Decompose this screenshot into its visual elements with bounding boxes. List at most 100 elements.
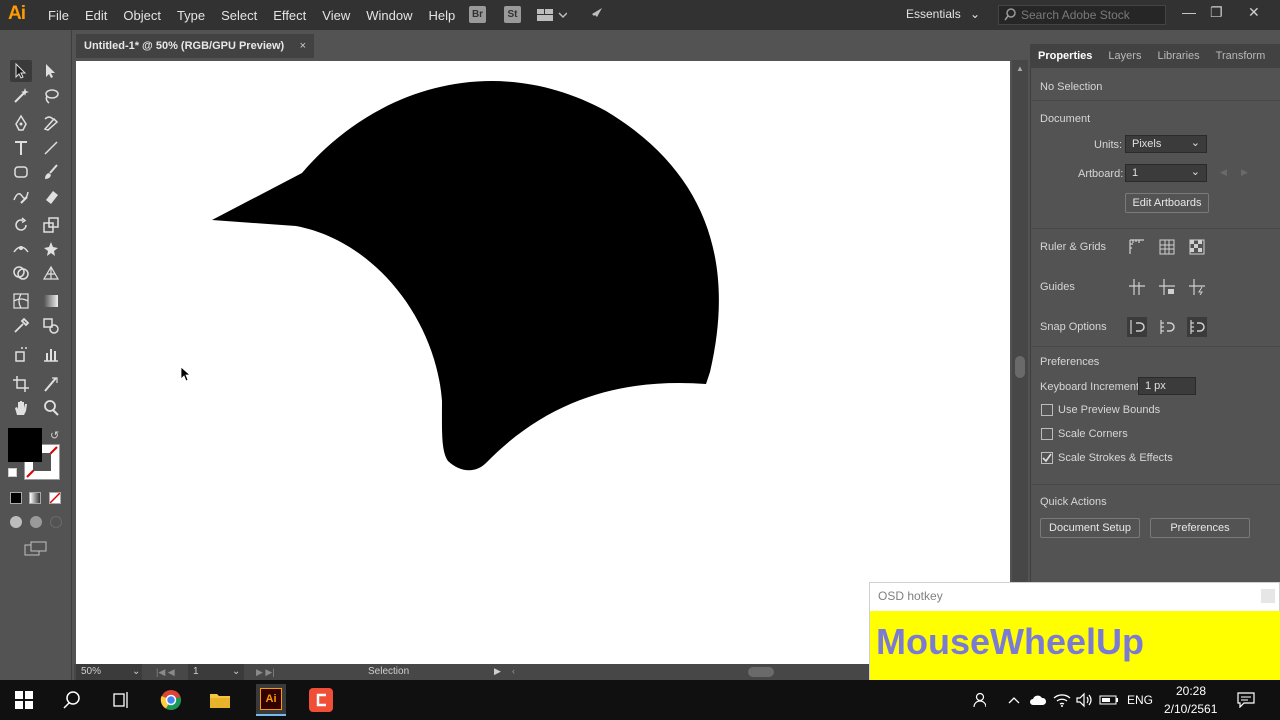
artboard-tool-icon[interactable]	[10, 373, 32, 395]
osd-close-icon[interactable]	[1261, 589, 1275, 603]
menu-view[interactable]: View	[314, 8, 358, 23]
use-preview-bounds-checkbox[interactable]	[1041, 404, 1053, 416]
color-mode-icon[interactable]	[10, 492, 22, 504]
scale-strokes-effects-checkbox[interactable]	[1041, 452, 1053, 464]
menu-object[interactable]: Object	[115, 8, 169, 23]
tab-properties[interactable]: Properties	[1030, 50, 1100, 62]
draw-behind-icon[interactable]	[30, 516, 42, 528]
transparency-grid-icon[interactable]	[1187, 237, 1207, 257]
perspective-grid-tool-icon[interactable]	[40, 262, 62, 284]
artwork-shape[interactable]	[76, 61, 1010, 664]
selection-tool-icon[interactable]	[10, 60, 32, 82]
minimize-icon[interactable]: —	[1182, 4, 1196, 20]
lock-guides-icon[interactable]	[1157, 277, 1177, 297]
close-icon[interactable]: ×	[300, 34, 306, 58]
close-icon[interactable]: ✕	[1248, 4, 1260, 21]
menu-help[interactable]: Help	[420, 8, 463, 23]
curvature-tool-icon[interactable]	[40, 112, 62, 134]
first-artboard-icon[interactable]: |◀ ◀	[156, 667, 175, 678]
column-graph-tool-icon[interactable]	[40, 343, 62, 365]
shaper-tool-icon[interactable]	[10, 186, 32, 208]
type-tool-icon[interactable]	[10, 137, 32, 159]
blend-tool-icon[interactable]	[40, 315, 62, 337]
last-artboard-icon[interactable]: ▶ ▶|	[256, 667, 275, 678]
rectangle-tool-icon[interactable]	[10, 161, 32, 183]
lasso-tool-icon[interactable]	[40, 85, 62, 107]
snap-to-pixel-icon[interactable]	[1157, 317, 1177, 337]
volume-icon[interactable]	[1072, 688, 1096, 712]
document-setup-button[interactable]: Document Setup	[1040, 518, 1140, 538]
next-artboard-icon[interactable]: ▶	[1241, 167, 1248, 178]
width-tool-icon[interactable]	[10, 238, 32, 260]
vertical-scroll-thumb[interactable]	[1015, 356, 1025, 378]
scale-tool-icon[interactable]	[40, 214, 62, 236]
people-icon[interactable]	[966, 688, 990, 712]
eyedropper-tool-icon[interactable]	[10, 315, 32, 337]
document-tab[interactable]: Untitled-1* @ 50% (RGB/GPU Preview) ×	[76, 34, 314, 58]
puppet-warp-tool-icon[interactable]	[40, 238, 62, 260]
swap-fill-stroke-icon[interactable]: ↺	[50, 429, 59, 442]
arrange-documents-icon[interactable]	[537, 8, 568, 25]
task-view-icon[interactable]	[108, 688, 132, 712]
menu-effect[interactable]: Effect	[265, 8, 314, 23]
none-mode-icon[interactable]	[49, 492, 61, 504]
bridge-button[interactable]: Br	[469, 6, 486, 23]
snap-to-grid-icon[interactable]	[1187, 317, 1207, 337]
show-guides-icon[interactable]	[1127, 277, 1147, 297]
gpu-performance-icon[interactable]	[586, 6, 606, 27]
menu-window[interactable]: Window	[358, 8, 420, 23]
artboard-select[interactable]: 1 ⌄	[1125, 164, 1207, 182]
restore-icon[interactable]: ❐	[1210, 4, 1223, 21]
clock-date[interactable]: 2/10/2561	[1164, 702, 1217, 716]
default-fill-stroke-icon[interactable]	[8, 468, 17, 477]
chrome-icon[interactable]	[159, 688, 183, 712]
edit-artboards-button[interactable]: Edit Artboards	[1125, 193, 1209, 213]
rulers-icon[interactable]	[1127, 237, 1147, 257]
horizontal-scroll-thumb[interactable]	[748, 667, 774, 677]
menu-select[interactable]: Select	[213, 8, 265, 23]
file-explorer-icon[interactable]	[208, 688, 232, 712]
stock-search-input[interactable]: Search Adobe Stock	[998, 5, 1166, 25]
scale-corners-checkbox[interactable]	[1041, 428, 1053, 440]
shape-builder-tool-icon[interactable]	[10, 262, 32, 284]
workspace-switcher[interactable]: Essentials ⌄	[906, 7, 980, 21]
battery-icon[interactable]	[1097, 688, 1121, 712]
magic-wand-tool-icon[interactable]	[10, 85, 32, 107]
fill-swatch-front[interactable]	[8, 428, 42, 462]
windows-start-icon[interactable]	[12, 688, 36, 712]
tab-layers[interactable]: Layers	[1100, 50, 1149, 62]
slice-tool-icon[interactable]	[40, 373, 62, 395]
smart-guides-icon[interactable]	[1187, 277, 1207, 297]
keyboard-increment-input[interactable]: 1 px	[1138, 377, 1196, 395]
search-icon[interactable]	[60, 688, 84, 712]
rotate-tool-icon[interactable]	[10, 214, 32, 236]
input-language[interactable]: ENG	[1127, 693, 1153, 707]
hand-tool-icon[interactable]	[10, 397, 32, 419]
symbol-sprayer-tool-icon[interactable]	[10, 343, 32, 365]
zoom-tool-icon[interactable]	[40, 397, 62, 419]
paintbrush-tool-icon[interactable]	[40, 161, 62, 183]
vertical-scrollbar[interactable]: ▲	[1012, 60, 1028, 664]
snap-to-point-icon[interactable]	[1127, 317, 1147, 337]
menu-type[interactable]: Type	[169, 8, 213, 23]
pen-tool-icon[interactable]	[10, 112, 32, 134]
onedrive-icon[interactable]	[1026, 688, 1050, 712]
tab-transform[interactable]: Transform	[1208, 50, 1274, 62]
eraser-tool-icon[interactable]	[40, 186, 62, 208]
draw-normal-icon[interactable]	[10, 516, 22, 528]
gradient-tool-icon[interactable]	[40, 290, 62, 312]
screen-mode-icon[interactable]	[24, 541, 48, 560]
line-segment-tool-icon[interactable]	[40, 137, 62, 159]
grid-icon[interactable]	[1157, 237, 1177, 257]
artboard-number-field[interactable]: 1 ⌄	[188, 664, 244, 680]
draw-inside-icon[interactable]	[50, 516, 62, 528]
menu-edit[interactable]: Edit	[77, 8, 115, 23]
app-taskbar-icon[interactable]	[309, 688, 333, 712]
status-menu-icon[interactable]: ▶	[494, 666, 501, 677]
gradient-mode-icon[interactable]	[29, 492, 41, 504]
wifi-icon[interactable]	[1050, 688, 1074, 712]
menu-file[interactable]: File	[40, 8, 77, 23]
tab-libraries[interactable]: Libraries	[1149, 50, 1207, 62]
direct-selection-tool-icon[interactable]	[40, 60, 62, 82]
units-select[interactable]: Pixels ⌄	[1125, 135, 1207, 153]
